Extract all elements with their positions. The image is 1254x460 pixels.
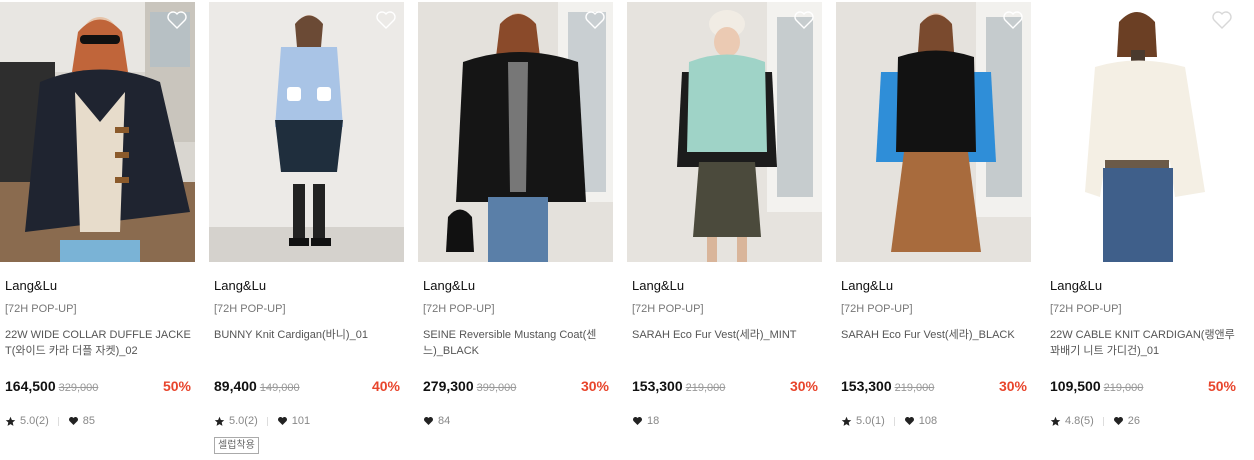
product-name[interactable]: 22W WIDE COLLAR DUFFLE JACKET(와이드 카라 더플 … (5, 327, 191, 359)
promo-tag: [72H POP-UP] (214, 303, 286, 315)
product-image[interactable] (0, 2, 195, 262)
wishlist-heart-icon[interactable] (375, 10, 397, 30)
like-count: 108 (918, 415, 938, 427)
sale-price: 109,500 (1050, 378, 1101, 394)
like-heart-icon (423, 415, 434, 427)
promo-tag: [72H POP-UP] (5, 303, 77, 315)
like-count: 85 (82, 415, 95, 427)
like-heart-icon (277, 415, 288, 427)
wishlist-heart-icon[interactable] (1002, 10, 1024, 30)
product-name[interactable]: SARAH Eco Fur Vest(세라)_MINT (632, 327, 818, 343)
product-meta: 5.0(1) 108 (841, 413, 937, 429)
product-meta: 84 (423, 413, 450, 429)
brand-name[interactable]: Lang&Lu (841, 278, 893, 293)
product-name[interactable]: 22W CABLE KNIT CARDIGAN(랭앤루 꽈배기 니트 가디건)_… (1050, 327, 1236, 359)
star-icon (841, 415, 852, 427)
star-icon (214, 415, 225, 427)
star-icon (5, 415, 16, 427)
original-price: 329,000 (58, 382, 99, 394)
rating-text: 4.8(5) (1065, 415, 1094, 427)
like-heart-icon (632, 415, 643, 427)
product-card[interactable]: Lang&Lu [72H POP-UP] SEINE Reversible Mu… (418, 0, 613, 460)
product-meta: 5.0(2) 85 (5, 413, 95, 429)
like-count: 26 (1127, 415, 1140, 427)
price-row: 153,300 219,000 30% (632, 378, 818, 398)
promo-tag: [72H POP-UP] (1050, 303, 1122, 315)
discount-rate: 30% (580, 378, 609, 394)
like-heart-icon (68, 415, 79, 427)
sale-price: 153,300 (841, 378, 892, 394)
wishlist-heart-icon[interactable] (793, 10, 815, 30)
star-icon (1050, 415, 1061, 427)
original-price: 219,000 (1103, 382, 1144, 394)
product-grid: Lang&Lu [72H POP-UP] 22W WIDE COLLAR DUF… (0, 0, 1254, 460)
product-image[interactable] (418, 2, 613, 262)
like-count: 101 (291, 415, 311, 427)
celeb-badge: 셀럽착용 (214, 437, 259, 454)
discount-rate: 30% (998, 378, 1027, 394)
divider (266, 416, 268, 426)
sale-price: 153,300 (632, 378, 683, 394)
product-card[interactable]: Lang&Lu [72H POP-UP] SARAH Eco Fur Vest(… (627, 0, 822, 460)
product-name[interactable]: SARAH Eco Fur Vest(세라)_BLACK (841, 327, 1027, 343)
like-heart-icon (1113, 415, 1124, 427)
discount-rate: 30% (789, 378, 818, 394)
product-card[interactable]: Lang&Lu [72H POP-UP] 22W CABLE KNIT CARD… (1045, 0, 1240, 460)
discount-rate: 50% (162, 378, 191, 394)
promo-tag: [72H POP-UP] (841, 303, 913, 315)
wishlist-heart-icon[interactable] (1211, 10, 1233, 30)
product-card[interactable]: Lang&Lu [72H POP-UP] BUNNY Knit Cardigan… (209, 0, 404, 460)
brand-name[interactable]: Lang&Lu (214, 278, 266, 293)
product-card[interactable]: Lang&Lu [72H POP-UP] 22W WIDE COLLAR DUF… (0, 0, 195, 460)
product-image[interactable] (1045, 2, 1240, 262)
price-row: 164,500 329,000 50% (5, 378, 191, 398)
wishlist-heart-icon[interactable] (166, 10, 188, 30)
rating-text: 5.0(1) (856, 415, 885, 427)
product-image[interactable] (627, 2, 822, 262)
product-image[interactable] (836, 2, 1031, 262)
brand-name[interactable]: Lang&Lu (632, 278, 684, 293)
like-count: 84 (438, 415, 451, 427)
divider (1102, 416, 1104, 426)
promo-tag: [72H POP-UP] (632, 303, 704, 315)
original-price: 399,000 (476, 382, 517, 394)
original-price: 219,000 (685, 382, 726, 394)
product-name[interactable]: BUNNY Knit Cardigan(바니)_01 (214, 327, 400, 343)
wishlist-heart-icon[interactable] (584, 10, 606, 30)
like-heart-icon (904, 415, 915, 427)
sale-price: 279,300 (423, 378, 474, 394)
product-meta: 5.0(2) 101 (214, 413, 310, 429)
price-row: 89,400 149,000 40% (214, 378, 400, 398)
discount-rate: 50% (1207, 378, 1236, 394)
rating-text: 5.0(2) (229, 415, 258, 427)
brand-name[interactable]: Lang&Lu (5, 278, 57, 293)
original-price: 149,000 (259, 382, 300, 394)
like-count: 18 (647, 415, 660, 427)
price-row: 153,300 219,000 30% (841, 378, 1027, 398)
sale-price: 89,400 (214, 378, 257, 394)
original-price: 219,000 (894, 382, 935, 394)
product-card[interactable]: Lang&Lu [72H POP-UP] SARAH Eco Fur Vest(… (836, 0, 1031, 460)
divider (893, 416, 895, 426)
product-meta: 18 (632, 413, 659, 429)
product-image[interactable] (209, 2, 404, 262)
discount-rate: 40% (371, 378, 400, 394)
price-row: 109,500 219,000 50% (1050, 378, 1236, 398)
divider (57, 416, 59, 426)
promo-tag: [72H POP-UP] (423, 303, 495, 315)
product-meta: 4.8(5) 26 (1050, 413, 1140, 429)
sale-price: 164,500 (5, 378, 56, 394)
brand-name[interactable]: Lang&Lu (423, 278, 475, 293)
product-name[interactable]: SEINE Reversible Mustang Coat(센느)_BLACK (423, 327, 609, 359)
price-row: 279,300 399,000 30% (423, 378, 609, 398)
brand-name[interactable]: Lang&Lu (1050, 278, 1102, 293)
rating-text: 5.0(2) (20, 415, 49, 427)
